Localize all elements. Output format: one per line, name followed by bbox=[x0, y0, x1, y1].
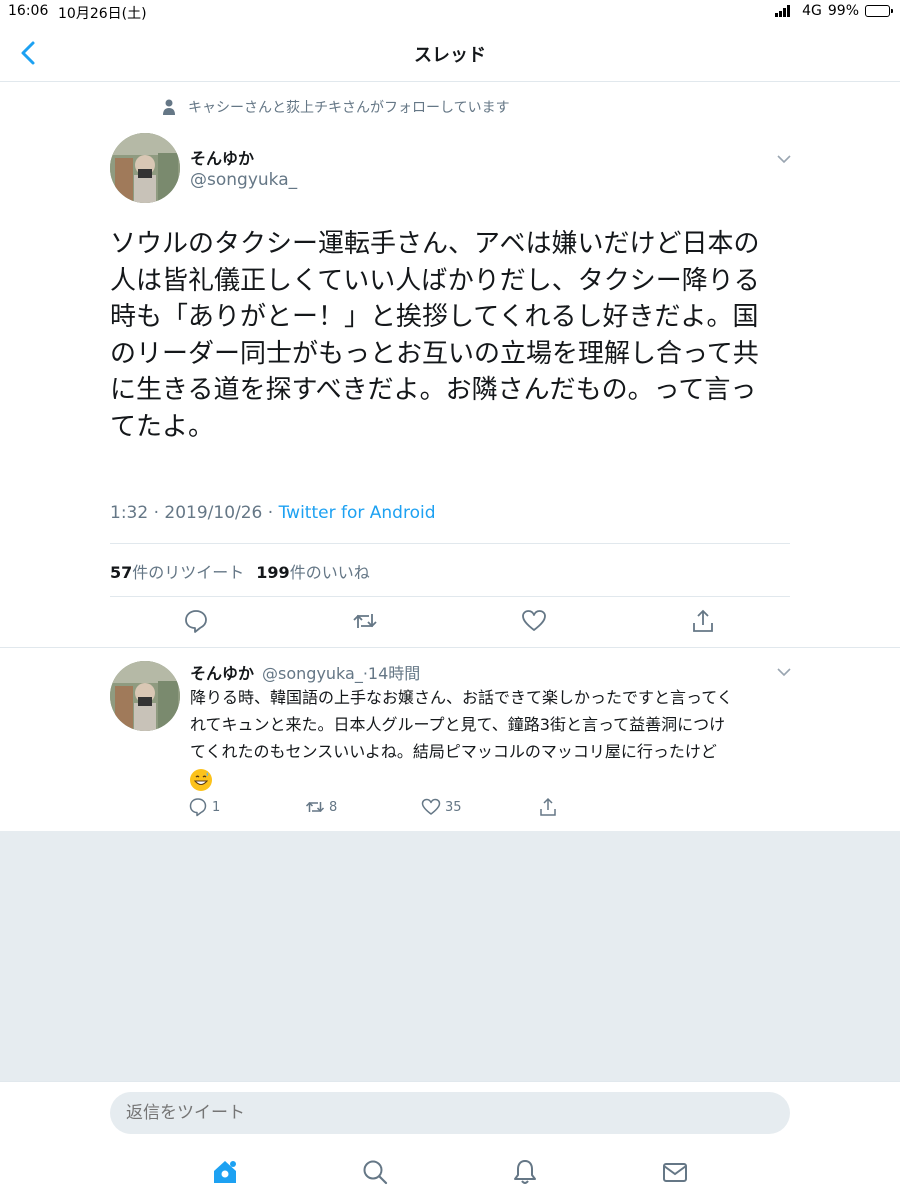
share-action[interactable] bbox=[538, 797, 558, 817]
nav-bar: スレッド bbox=[0, 24, 900, 82]
like-label: 件のいいね bbox=[289, 563, 370, 582]
author-name[interactable]: そんゆか bbox=[190, 145, 254, 169]
retweet-icon bbox=[305, 801, 325, 813]
envelope-icon[interactable] bbox=[661, 1158, 689, 1186]
search-icon[interactable] bbox=[361, 1158, 389, 1186]
reply-handle-time[interactable]: @songyuka_·14時間 bbox=[262, 660, 420, 684]
tweet-source-link[interactable]: Twitter for Android bbox=[279, 503, 436, 523]
grinning-sweat-emoji-icon bbox=[190, 768, 212, 791]
reply-action[interactable]: 1 bbox=[188, 797, 220, 817]
heart-icon bbox=[421, 798, 441, 815]
divider bbox=[0, 647, 900, 648]
reply-like-count: 35 bbox=[445, 799, 462, 815]
tweet-timestamp: 1:32 · 2019/10/26 · bbox=[110, 503, 279, 523]
reply-author-name[interactable]: そんゆか bbox=[190, 660, 254, 684]
home-icon[interactable] bbox=[211, 1158, 239, 1186]
status-bar: 16:06 10月26日(土) 4G 99% bbox=[0, 0, 900, 24]
page-title: スレッド bbox=[414, 45, 486, 66]
tweet-stats: 57件のリツイート 199件のいいね bbox=[110, 559, 370, 583]
social-context-text: キャシーさんと荻上チキさんがフォローしています bbox=[188, 100, 510, 116]
author-handle[interactable]: @songyuka_ bbox=[190, 170, 297, 190]
reply-actions: 1 8 35 bbox=[0, 797, 900, 821]
reply-text: 降りる時、韓国語の上手なお嬢さん、お話できて楽しかったですと言ってく れてキュン… bbox=[190, 684, 800, 792]
empty-area bbox=[0, 831, 900, 1081]
tweet-actions bbox=[0, 608, 900, 638]
share-icon bbox=[540, 797, 556, 816]
chevron-down-icon[interactable] bbox=[776, 667, 792, 677]
battery-icon bbox=[865, 5, 893, 17]
retweet-count: 57 bbox=[110, 563, 133, 582]
tweet-meta: 1:32 · 2019/10/26 · Twitter for Android bbox=[110, 503, 435, 523]
reply-text-body: 降りる時、韓国語の上手なお嬢さん、お話できて楽しかったですと言ってく れてキュン… bbox=[190, 688, 733, 761]
like-stat[interactable]: 199件のいいね bbox=[256, 559, 369, 583]
avatar-image bbox=[110, 133, 180, 203]
signal-icon bbox=[775, 5, 791, 17]
divider bbox=[110, 596, 790, 597]
battery-percent: 99% bbox=[827, 3, 859, 19]
bottom-bar bbox=[0, 1081, 900, 1200]
reply-compose-input[interactable] bbox=[110, 1092, 790, 1134]
social-context: キャシーさんと荻上チキさんがフォローしています bbox=[162, 97, 510, 117]
reply-retweet-count: 8 bbox=[329, 799, 338, 815]
retweet-label: 件のリツイート bbox=[132, 563, 245, 582]
retweet-stat[interactable]: 57件のリツイート bbox=[110, 559, 244, 583]
tweet-text: ソウルのタクシー運転手さん、アベは嫌いだけど日本の 人は皆礼儀正しくていい人ばか… bbox=[110, 229, 760, 442]
reply-header: そんゆか @songyuka_·14時間 bbox=[190, 660, 420, 684]
avatar-image bbox=[110, 661, 180, 731]
person-icon bbox=[163, 99, 175, 115]
reply-reply-count: 1 bbox=[212, 799, 221, 815]
divider bbox=[110, 543, 790, 544]
status-date: 10月26日(土) bbox=[58, 6, 147, 22]
like-action[interactable]: 35 bbox=[421, 797, 462, 817]
status-right: 4G 99% bbox=[775, 3, 893, 19]
network-type: 4G bbox=[802, 3, 822, 19]
bell-icon[interactable] bbox=[511, 1158, 539, 1186]
share-icon[interactable] bbox=[690, 608, 716, 634]
heart-icon[interactable] bbox=[521, 608, 547, 634]
status-time: 16:06 bbox=[8, 3, 49, 19]
avatar[interactable] bbox=[110, 661, 180, 731]
reply-icon bbox=[189, 798, 207, 817]
reply-icon[interactable] bbox=[183, 608, 209, 634]
like-count: 199 bbox=[256, 563, 290, 582]
chevron-down-icon[interactable] bbox=[776, 154, 792, 164]
retweet-action[interactable]: 8 bbox=[305, 797, 337, 817]
avatar[interactable] bbox=[110, 133, 180, 203]
retweet-icon[interactable] bbox=[352, 608, 378, 634]
